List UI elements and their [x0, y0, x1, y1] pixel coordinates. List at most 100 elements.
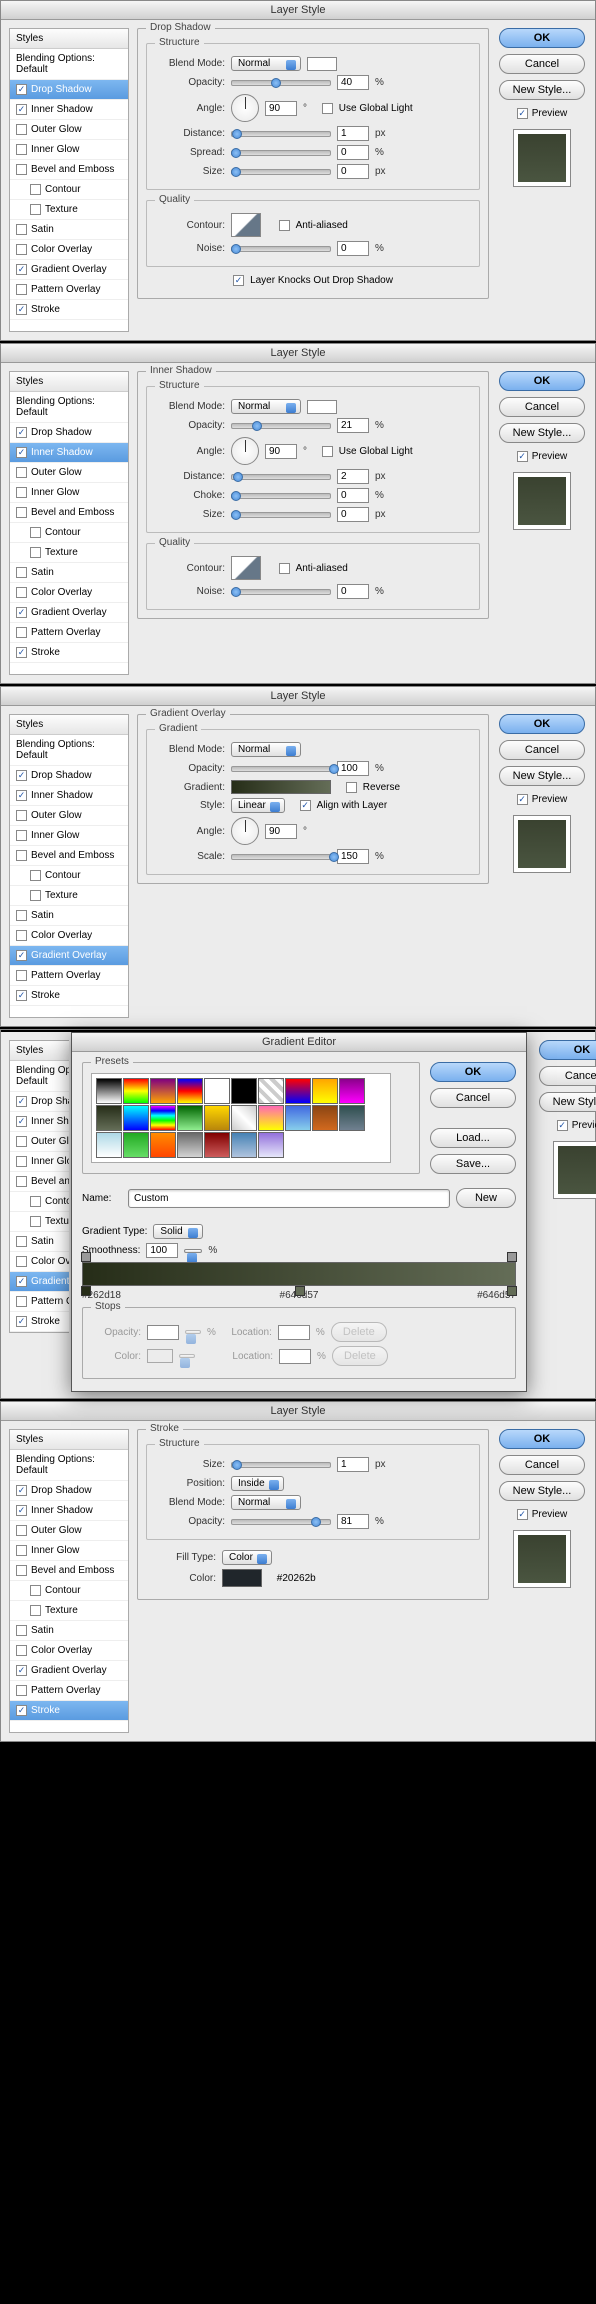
value-input[interactable]: [337, 75, 369, 90]
checkbox[interactable]: [16, 930, 27, 941]
angle-input[interactable]: [265, 444, 297, 459]
new-style-button[interactable]: New Style...: [539, 1092, 596, 1112]
style-inner-glow[interactable]: Inner Glow: [10, 1541, 128, 1561]
styles-header[interactable]: Styles: [10, 715, 128, 735]
checkbox[interactable]: [16, 84, 27, 95]
style-outer-glow[interactable]: Outer Glow: [10, 120, 128, 140]
slider[interactable]: [231, 146, 331, 160]
checkbox[interactable]: [30, 184, 41, 195]
slider[interactable]: [231, 489, 331, 503]
checkbox[interactable]: [16, 850, 27, 861]
checkbox[interactable]: [16, 144, 27, 155]
style-contour[interactable]: Contour: [10, 1581, 128, 1601]
ok-button[interactable]: OK: [499, 714, 585, 734]
style-outer-glow[interactable]: Outer Glow: [10, 463, 128, 483]
slider[interactable]: [231, 165, 331, 179]
style-inner-shadow[interactable]: Inner Shadow: [10, 786, 128, 806]
preset-1[interactable]: [123, 1078, 149, 1104]
checkbox[interactable]: [16, 607, 27, 618]
checkbox[interactable]: [16, 1645, 27, 1656]
ok-button[interactable]: OK: [539, 1040, 596, 1060]
preset-13[interactable]: [177, 1105, 203, 1131]
value-input[interactable]: [337, 849, 369, 864]
checkbox[interactable]: [30, 527, 41, 538]
preset-23[interactable]: [177, 1132, 203, 1158]
blend-mode-dropdown[interactable]: Normal: [231, 56, 301, 71]
preset-14[interactable]: [204, 1105, 230, 1131]
value-input[interactable]: [337, 418, 369, 433]
ok-button[interactable]: OK: [499, 28, 585, 48]
style-texture[interactable]: Texture: [10, 543, 128, 563]
cancel-button[interactable]: Cancel: [499, 54, 585, 74]
styles-header[interactable]: Styles: [10, 372, 128, 392]
style-inner-glow[interactable]: Inner Glow: [10, 483, 128, 503]
value-input[interactable]: [337, 1514, 369, 1529]
gradient-picker[interactable]: [231, 780, 331, 794]
blend-mode-dropdown[interactable]: Normal: [231, 742, 301, 757]
preset-16[interactable]: [258, 1105, 284, 1131]
preset-5[interactable]: [231, 1078, 257, 1104]
style-drop-shadow[interactable]: Drop Shadow: [10, 423, 128, 443]
color-swatch[interactable]: [222, 1569, 262, 1587]
checkbox[interactable]: [16, 647, 27, 658]
slider[interactable]: [231, 76, 331, 90]
slider[interactable]: [231, 419, 331, 433]
checkbox[interactable]: [16, 447, 27, 458]
style-color-overlay[interactable]: Color Overlay: [10, 1252, 69, 1272]
slider[interactable]: [231, 127, 331, 141]
style-inner-glow[interactable]: Inner Glow: [10, 826, 128, 846]
slider[interactable]: [231, 1515, 331, 1529]
value-input[interactable]: [337, 126, 369, 141]
fill-type-dropdown[interactable]: Color: [222, 1550, 272, 1565]
blending-options[interactable]: Blending Options: Default: [10, 1450, 128, 1481]
style-pattern-overlay[interactable]: Pattern Overlay: [10, 280, 128, 300]
checkbox[interactable]: [16, 507, 27, 518]
gradient-bar[interactable]: [82, 1262, 516, 1286]
preset-2[interactable]: [150, 1078, 176, 1104]
preset-12[interactable]: [150, 1105, 176, 1131]
checkbox[interactable]: [16, 1156, 27, 1167]
checkbox[interactable]: [16, 304, 27, 315]
preset-11[interactable]: [123, 1105, 149, 1131]
checkbox[interactable]: [30, 547, 41, 558]
slider[interactable]: [231, 470, 331, 484]
slider[interactable]: [231, 1458, 331, 1472]
preset-17[interactable]: [285, 1105, 311, 1131]
preset-22[interactable]: [150, 1132, 176, 1158]
style-texture[interactable]: Texture: [10, 200, 128, 220]
style-bevel-and-emboss[interactable]: Bevel and Emboss: [10, 1172, 69, 1192]
preset-6[interactable]: [258, 1078, 284, 1104]
name-input[interactable]: [128, 1189, 450, 1208]
preset-15[interactable]: [231, 1105, 257, 1131]
checkbox[interactable]: [16, 1096, 27, 1107]
style-outer-glow[interactable]: Outer Glow: [10, 1521, 128, 1541]
checkbox[interactable]: [16, 244, 27, 255]
style-inner-shadow[interactable]: Inner Shadow: [10, 443, 128, 463]
style-inner-glow[interactable]: Inner Glow: [10, 1152, 69, 1172]
style-inner-shadow[interactable]: Inner Shadow: [10, 100, 128, 120]
style-pattern-overlay[interactable]: Pattern Overlay: [10, 1292, 69, 1312]
new-style-button[interactable]: New Style...: [499, 766, 585, 786]
checkbox[interactable]: [16, 910, 27, 921]
style-inner-shadow[interactable]: Inner Shadow: [10, 1112, 69, 1132]
angle-dial[interactable]: [231, 817, 259, 845]
value-input[interactable]: [337, 241, 369, 256]
ok-button[interactable]: OK: [499, 371, 585, 391]
checkbox[interactable]: [16, 1116, 27, 1127]
style-dropdown[interactable]: Linear: [231, 798, 285, 813]
style-stroke[interactable]: Stroke: [10, 300, 128, 320]
cancel-button[interactable]: Cancel: [539, 1066, 596, 1086]
style-contour[interactable]: Contour: [10, 1192, 69, 1212]
preset-4[interactable]: [204, 1078, 230, 1104]
checkbox[interactable]: [16, 224, 27, 235]
style-bevel-and-emboss[interactable]: Bevel and Emboss: [10, 503, 128, 523]
checkbox[interactable]: [16, 990, 27, 1001]
checkbox[interactable]: [16, 627, 27, 638]
checkbox[interactable]: [16, 467, 27, 478]
value-input[interactable]: [337, 1457, 369, 1472]
blending-options[interactable]: Blending Options: Default: [10, 49, 128, 80]
knockout-checkbox[interactable]: [233, 275, 244, 286]
style-color-overlay[interactable]: Color Overlay: [10, 240, 128, 260]
slider[interactable]: [231, 762, 331, 776]
checkbox[interactable]: [16, 770, 27, 781]
